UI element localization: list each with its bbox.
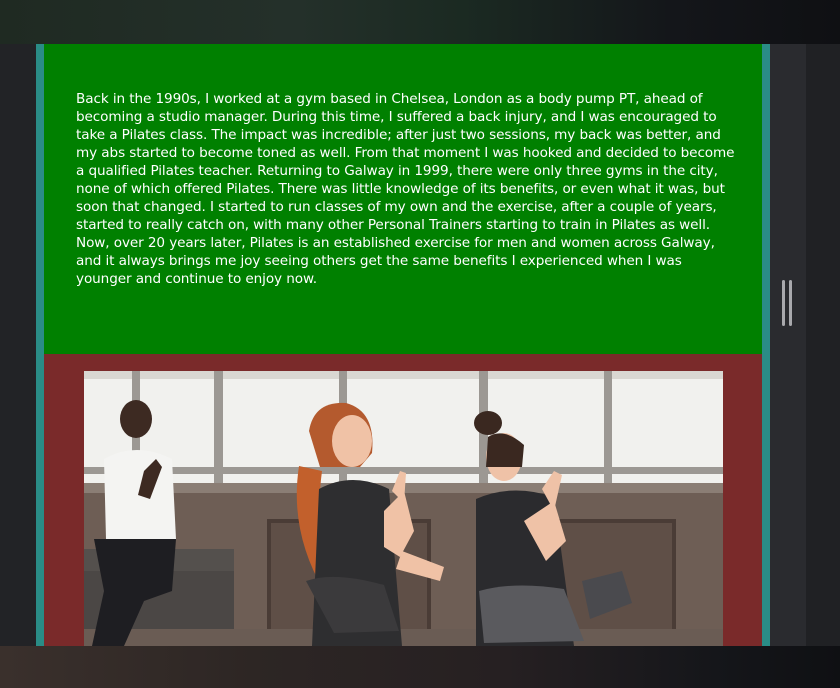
- left-gutter: [0, 44, 36, 646]
- photo-illustration: [84, 371, 723, 646]
- right-gutter: [770, 44, 806, 646]
- scroll-handle[interactable]: [782, 280, 796, 328]
- about-paragraph: Back in the 1990s, I worked at a gym bas…: [76, 91, 735, 287]
- right-edge-panel: [806, 44, 840, 646]
- scroll-handle-bar-left: [782, 280, 785, 326]
- page-content: Back in the 1990s, I worked at a gym bas…: [36, 44, 770, 646]
- bottom-window-bar: [0, 646, 840, 688]
- gallery-section: [44, 354, 762, 646]
- top-window-bar: [0, 0, 840, 44]
- pilates-class-photo: [84, 371, 723, 646]
- browser-viewport: Back in the 1990s, I worked at a gym bas…: [0, 0, 840, 688]
- scroll-handle-bar-right: [789, 280, 792, 326]
- about-section: Back in the 1990s, I worked at a gym bas…: [44, 44, 762, 354]
